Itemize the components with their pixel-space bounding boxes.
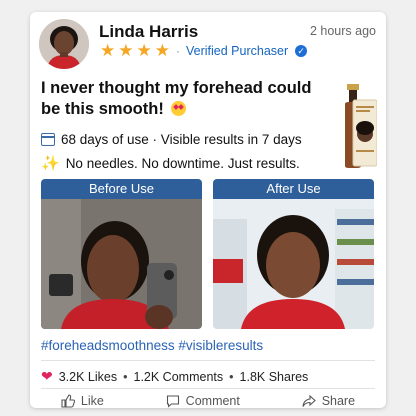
verified-label: Verified Purchaser (186, 43, 289, 58)
star-icon: ★ (154, 41, 170, 60)
before-photo (41, 199, 202, 329)
comment-label: Comment (185, 394, 240, 408)
shares-count[interactable]: 1.8K Shares (240, 370, 309, 384)
sparkle-icon: ✨ (41, 155, 60, 172)
share-label: Share (321, 394, 356, 408)
calendar-icon (41, 133, 55, 146)
after-label: After Use (213, 179, 374, 199)
like-button[interactable]: Like (61, 394, 104, 408)
like-label: Like (80, 394, 104, 408)
after-photo-panel[interactable]: After Use (213, 179, 374, 329)
share-icon (302, 394, 316, 407)
star-icon: ★ (100, 41, 116, 60)
before-photo-panel[interactable]: Before Use (41, 179, 202, 329)
usage-detail: 68 days of use · Visible results in 7 da… (41, 132, 302, 147)
share-button[interactable]: Share (302, 394, 355, 408)
comment-button[interactable]: Comment (166, 394, 240, 408)
post-time: 2 hours ago (309, 24, 376, 38)
before-label: Before Use (41, 179, 202, 199)
hashtags[interactable]: #foreheadsmoothness #visibleresults (41, 338, 263, 353)
thumbs-up-icon (61, 394, 75, 408)
after-photo (213, 199, 374, 329)
star-rating: ★ ★ ★ ★ · Verified Purchaser ✓ (100, 41, 308, 60)
comments-count[interactable]: 1.2K Comments (134, 370, 224, 384)
avatar[interactable] (39, 19, 89, 69)
star-icon: ★ (136, 41, 152, 60)
divider (41, 360, 375, 361)
separator-dot: • (123, 369, 128, 384)
separator-dot: • (229, 369, 234, 384)
verified-check-icon: ✓ (295, 44, 308, 57)
divider (41, 388, 375, 389)
author-name[interactable]: Linda Harris (99, 22, 198, 42)
heart-icon: ❤ (41, 368, 53, 384)
engagement-stats: ❤ 3.2K Likes • 1.2K Comments • 1.8K Shar… (41, 368, 308, 385)
comment-icon (166, 395, 179, 408)
likes-count[interactable]: 3.2K Likes (59, 370, 117, 384)
separator-dot: · (176, 43, 180, 58)
action-bar: Like Comment Share (30, 394, 386, 408)
usage-text: 68 days of use · Visible results in 7 da… (61, 132, 302, 147)
post-headline: I never thought my forehead could be thi… (41, 78, 326, 120)
heart-eyes-emoji-icon (171, 101, 187, 116)
benefit-text: No needles. No downtime. Just results. (65, 155, 300, 171)
star-icon: ★ (118, 41, 134, 60)
benefit-detail: ✨ No needles. No downtime. Just results. (41, 154, 300, 172)
review-post-card: Linda Harris 2 hours ago ★ ★ ★ ★ · Verif… (30, 12, 386, 408)
product-bottle-image (345, 84, 377, 168)
